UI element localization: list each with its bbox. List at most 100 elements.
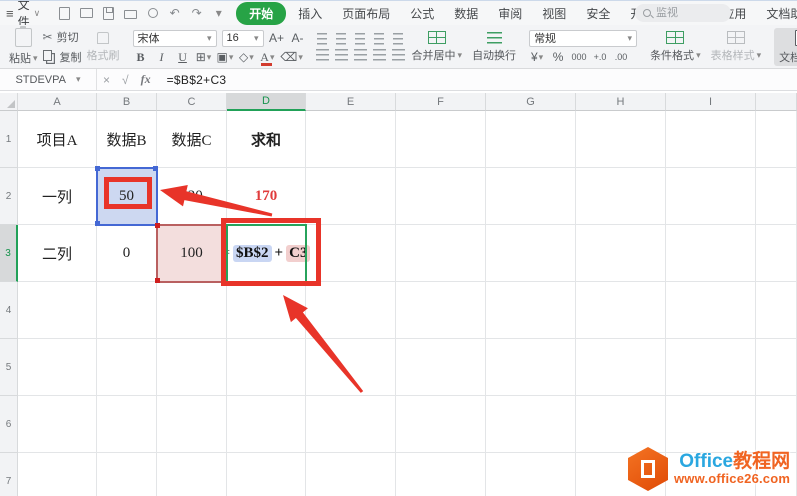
- align-right-icon[interactable]: [353, 49, 367, 61]
- col-header-c[interactable]: C: [157, 93, 227, 111]
- save-icon[interactable]: [101, 6, 116, 21]
- selection-handle[interactable]: [95, 221, 100, 226]
- copy-button[interactable]: 复制: [42, 49, 82, 65]
- cell-b1[interactable]: 数据B: [97, 111, 157, 168]
- new-file-icon[interactable]: [57, 6, 72, 21]
- col-header-a[interactable]: A: [18, 93, 97, 111]
- cell-i5[interactable]: [666, 339, 756, 396]
- row-header-2[interactable]: 2: [0, 168, 18, 225]
- cell-g5[interactable]: [486, 339, 576, 396]
- cell-e5[interactable]: [306, 339, 396, 396]
- wrap-text-button[interactable]: 自动换行: [467, 28, 521, 66]
- table-style-button[interactable]: 表格样式 ▾: [706, 28, 767, 66]
- cell-f1[interactable]: [396, 111, 486, 168]
- cell-a7[interactable]: [18, 453, 97, 496]
- number-format-select[interactable]: 常规 ▾: [529, 29, 638, 47]
- cell-c6[interactable]: [157, 396, 227, 453]
- cell-j6[interactable]: [756, 396, 797, 453]
- row-header-1[interactable]: 1: [0, 111, 18, 168]
- format-painter-button[interactable]: 格式刷: [82, 28, 125, 66]
- row-header-3-selected[interactable]: 3: [0, 225, 18, 282]
- cell-d4[interactable]: [227, 282, 306, 339]
- cell-a2[interactable]: 一列: [18, 168, 97, 225]
- font-color-button[interactable]: A ▾: [259, 50, 275, 66]
- increase-indent-icon[interactable]: [393, 33, 404, 45]
- name-box[interactable]: STDEVPA ▾: [0, 69, 97, 90]
- col-header-e[interactable]: E: [306, 93, 396, 111]
- justify-icon[interactable]: [372, 49, 386, 61]
- cell-a5[interactable]: [18, 339, 97, 396]
- percent-format-button[interactable]: %: [550, 50, 566, 65]
- cell-d5[interactable]: [227, 339, 306, 396]
- selection-handle[interactable]: [155, 278, 160, 283]
- borders-button[interactable]: ⊞ ▾: [196, 50, 212, 65]
- cell-d6[interactable]: [227, 396, 306, 453]
- row-header-4[interactable]: 4: [0, 282, 18, 339]
- cell-h3[interactable]: [576, 225, 666, 282]
- cell-j2[interactable]: [756, 168, 797, 225]
- decrease-indent-icon[interactable]: [374, 33, 385, 45]
- insert-function-button[interactable]: fx: [135, 72, 157, 87]
- align-left-icon[interactable]: [315, 49, 329, 61]
- cell-g4[interactable]: [486, 282, 576, 339]
- cell-b4[interactable]: [97, 282, 157, 339]
- cell-a4[interactable]: [18, 282, 97, 339]
- cell-e4[interactable]: [306, 282, 396, 339]
- cell-a6[interactable]: [18, 396, 97, 453]
- italic-button[interactable]: I: [154, 50, 170, 65]
- cell-f2[interactable]: [396, 168, 486, 225]
- tab-insert[interactable]: 插入: [288, 3, 332, 24]
- customize-toolbar-caret[interactable]: ▾: [211, 6, 226, 21]
- cell-b7[interactable]: [97, 453, 157, 496]
- redo-icon[interactable]: ↷: [189, 6, 204, 21]
- cell-j3[interactable]: [756, 225, 797, 282]
- cell-b6[interactable]: [97, 396, 157, 453]
- col-header-f[interactable]: F: [396, 93, 486, 111]
- cell-f4[interactable]: [396, 282, 486, 339]
- shading-button[interactable]: ▣ ▾: [217, 50, 234, 65]
- shrink-font-button[interactable]: A-: [290, 31, 306, 46]
- cell-i2[interactable]: [666, 168, 756, 225]
- cell-b3[interactable]: 0: [97, 225, 157, 282]
- col-header-i[interactable]: I: [666, 93, 756, 111]
- align-top-icon[interactable]: [317, 33, 328, 45]
- formula-input[interactable]: =$B$2+C3: [167, 73, 227, 87]
- cell-f3[interactable]: [396, 225, 486, 282]
- print-preview-icon[interactable]: [145, 6, 160, 21]
- cell-j5[interactable]: [756, 339, 797, 396]
- cell-e2[interactable]: [306, 168, 396, 225]
- col-header-d-selected[interactable]: D: [227, 93, 306, 111]
- tab-doc-assistant[interactable]: 文档助手: [756, 3, 797, 24]
- cell-c5[interactable]: [157, 339, 227, 396]
- select-all-corner[interactable]: [0, 93, 18, 111]
- cell-f6[interactable]: [396, 396, 486, 453]
- bold-button[interactable]: B: [133, 50, 149, 65]
- tab-view[interactable]: 视图: [532, 3, 576, 24]
- cell-i4[interactable]: [666, 282, 756, 339]
- selection-handle[interactable]: [153, 166, 158, 171]
- cell-f7[interactable]: [396, 453, 486, 496]
- tab-review[interactable]: 审阅: [488, 3, 532, 24]
- tab-formulas[interactable]: 公式: [400, 3, 444, 24]
- col-header-g[interactable]: G: [486, 93, 576, 111]
- cell-e7[interactable]: [306, 453, 396, 496]
- thousands-separator-button[interactable]: 000: [571, 50, 587, 65]
- cell-g6[interactable]: [486, 396, 576, 453]
- cut-button[interactable]: ✂ 剪切: [43, 29, 82, 45]
- cell-j4[interactable]: [756, 282, 797, 339]
- cell-d1[interactable]: 求和: [227, 111, 306, 168]
- confirm-entry-button[interactable]: √: [116, 73, 135, 87]
- align-middle-icon[interactable]: [336, 33, 347, 45]
- cell-e6[interactable]: [306, 396, 396, 453]
- row-header-5[interactable]: 5: [0, 339, 18, 396]
- cell-g1[interactable]: [486, 111, 576, 168]
- cancel-entry-button[interactable]: ×: [97, 73, 116, 87]
- col-header-b[interactable]: B: [97, 93, 157, 111]
- cell-c4[interactable]: [157, 282, 227, 339]
- cell-g3[interactable]: [486, 225, 576, 282]
- search-input[interactable]: [656, 7, 716, 19]
- currency-format-button[interactable]: ¥ ▾: [529, 50, 545, 65]
- tab-security[interactable]: 安全: [576, 3, 620, 24]
- row-header-7[interactable]: 7: [0, 453, 18, 496]
- fill-color-button[interactable]: ◇ ▾: [238, 50, 254, 65]
